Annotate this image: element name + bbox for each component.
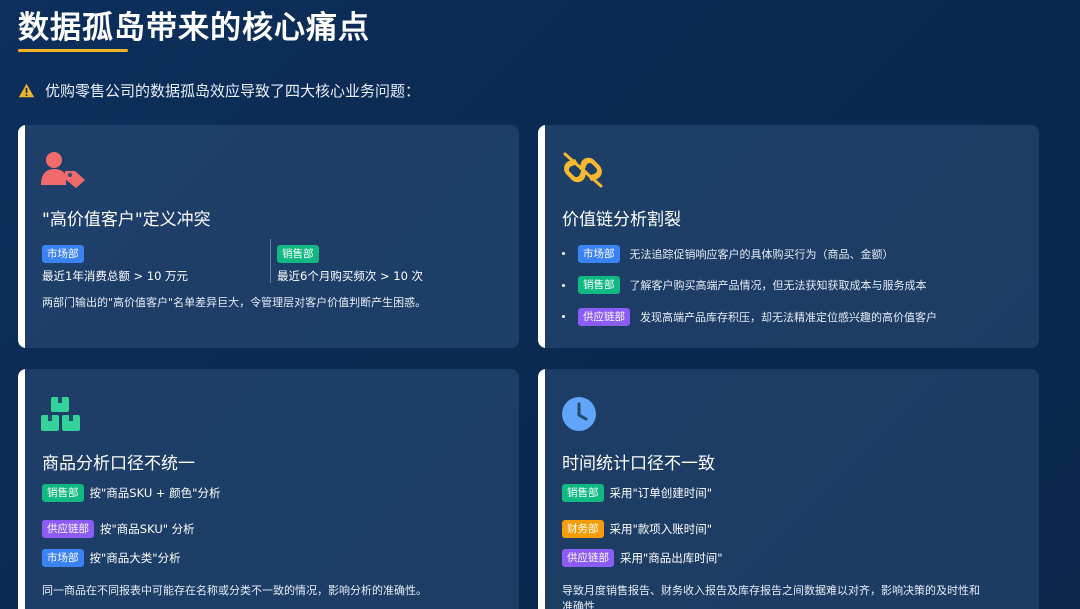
item-text: 无法追踪促销响应客户的具体购买行为（商品、金额） bbox=[629, 247, 894, 261]
card-product-analysis: 商品分析口径不统一 销售部 按"商品SKU + 颜色"分析 供应链部 按"商品S… bbox=[18, 369, 519, 609]
card-accent-bar bbox=[538, 369, 545, 609]
card-accent-bar bbox=[18, 369, 25, 609]
item-text: 按"商品SKU" 分析 bbox=[100, 522, 195, 536]
item-text: 采用"商品出库时间" bbox=[620, 551, 723, 565]
issue-list: 市场部 无法追踪促销响应客户的具体购买行为（商品、金额） 销售部 了解客户购买高… bbox=[562, 238, 937, 333]
list-item: 供应链部 采用"商品出库时间" bbox=[562, 549, 723, 567]
tag-market-dept: 市场部 bbox=[42, 549, 84, 567]
item-text: 了解客户购买高端产品情况，但无法获知获取成本与服务成本 bbox=[629, 279, 927, 293]
card-accent-bar bbox=[538, 125, 545, 348]
market-criteria: 市场部 最近1年消费总额 > 10 万元 bbox=[42, 242, 188, 284]
list-item: 市场部 无法追踪促销响应客户的具体购买行为（商品、金额） bbox=[562, 238, 937, 270]
tag-sales-dept: 销售部 bbox=[562, 484, 604, 502]
page-title: 数据孤岛带来的核心痛点 bbox=[18, 10, 370, 46]
tag-supply-chain-dept: 供应链部 bbox=[562, 549, 614, 567]
tag-sales-dept: 销售部 bbox=[578, 276, 620, 295]
tag-market-dept: 市场部 bbox=[578, 244, 620, 263]
card-title: "高价值客户"定义冲突 bbox=[42, 210, 211, 230]
card-title: 时间统计口径不一致 bbox=[562, 454, 715, 474]
item-text: 按"商品SKU + 颜色"分析 bbox=[89, 486, 221, 500]
criteria-text: 最近1年消费总额 > 10 万元 bbox=[42, 269, 189, 283]
sales-criteria: 销售部 最近6个月购买频次 > 10 次 bbox=[277, 242, 423, 284]
tag-supply-chain-dept: 供应链部 bbox=[578, 307, 630, 326]
broken-link-icon bbox=[563, 152, 603, 188]
card-description: 导致月度销售报告、财务收入报告及库存报告之间数据难以对齐，影响决策的及时性和 bbox=[562, 584, 980, 597]
intro-text: 优购零售公司的数据孤岛效应导致了四大核心业务问题： bbox=[45, 81, 421, 100]
card-description-cont: 准确性 bbox=[562, 600, 595, 609]
item-text: 采用"款项入账时间" bbox=[609, 522, 713, 536]
card-description: 同一商品在不同报表中可能存在名称或分类不一致的情况，影响分析的准确性。 bbox=[42, 584, 427, 597]
card-high-value-customer: "高价值客户"定义冲突 市场部 最近1年消费总额 > 10 万元 销售部 最近6… bbox=[18, 125, 519, 348]
tag-finance-dept: 财务部 bbox=[562, 520, 604, 538]
intro-line: 优购零售公司的数据孤岛效应导致了四大核心业务问题： bbox=[18, 78, 420, 102]
card-time-stats: 时间统计口径不一致 销售部 采用"订单创建时间" 财务部 采用"款项入账时间" … bbox=[538, 369, 1039, 609]
bullet bbox=[562, 283, 565, 287]
title-underline bbox=[18, 49, 128, 52]
bullet bbox=[562, 315, 565, 319]
slide: 数据孤岛带来的核心痛点 优购零售公司的数据孤岛效应导致了四大核心业务问题： "高… bbox=[0, 0, 1080, 609]
clock-icon bbox=[562, 397, 596, 431]
list-item: 供应链部 按"商品SKU" 分析 bbox=[42, 520, 195, 538]
list-item: 市场部 按"商品大类"分析 bbox=[42, 549, 181, 567]
warning-icon bbox=[18, 83, 35, 97]
card-description: 两部门输出的"高价值客户"名单差异巨大，令管理层对客户价值判断产生困惑。 bbox=[42, 296, 427, 309]
card-title: 商品分析口径不统一 bbox=[42, 454, 195, 474]
criteria-text: 最近6个月购买频次 > 10 次 bbox=[277, 269, 424, 283]
divider bbox=[270, 239, 271, 283]
boxes-icon bbox=[41, 397, 80, 431]
tag-sales-dept: 销售部 bbox=[42, 484, 84, 502]
tag-market-dept: 市场部 bbox=[42, 245, 84, 263]
tag-sales-dept: 销售部 bbox=[277, 245, 319, 263]
bullet bbox=[562, 252, 565, 256]
list-item: 销售部 按"商品SKU + 颜色"分析 bbox=[42, 484, 220, 502]
card-title: 价值链分析割裂 bbox=[562, 210, 681, 230]
list-item: 供应链部 发现高端产品库存积压，却无法精准定位感兴趣的高价值客户 bbox=[562, 301, 937, 333]
list-item: 销售部 采用"订单创建时间" bbox=[562, 484, 712, 502]
list-item: 销售部 了解客户购买高端产品情况，但无法获知获取成本与服务成本 bbox=[562, 270, 937, 302]
item-text: 发现高端产品库存积压，却无法精准定位感兴趣的高价值客户 bbox=[640, 310, 937, 324]
item-text: 采用"订单创建时间" bbox=[609, 486, 713, 500]
user-tag-icon bbox=[41, 152, 85, 188]
tag-supply-chain-dept: 供应链部 bbox=[42, 520, 94, 538]
item-text: 按"商品大类"分析 bbox=[89, 551, 181, 565]
card-value-chain: 价值链分析割裂 市场部 无法追踪促销响应客户的具体购买行为（商品、金额） 销售部… bbox=[538, 125, 1039, 348]
list-item: 财务部 采用"款项入账时间" bbox=[562, 520, 712, 538]
card-accent-bar bbox=[18, 125, 25, 348]
